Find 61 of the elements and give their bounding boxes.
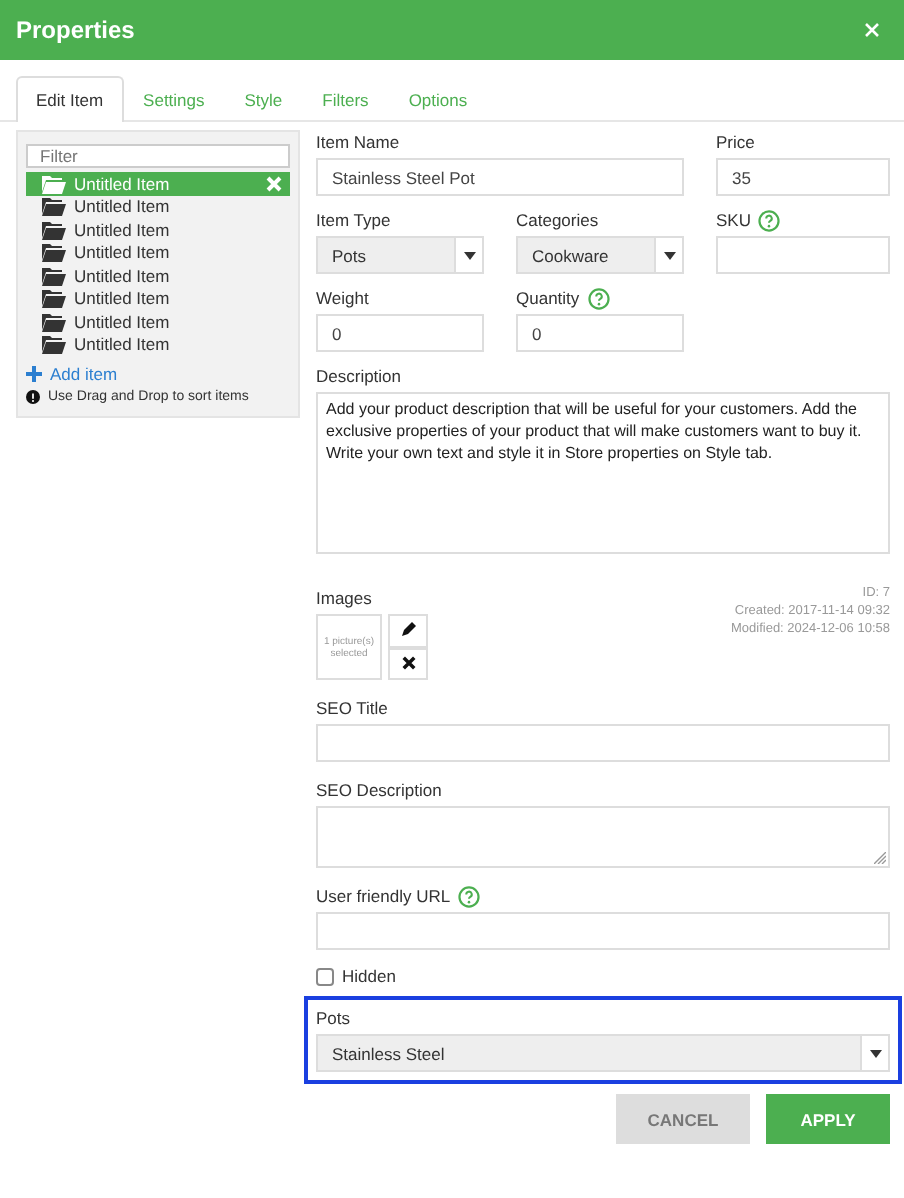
close-button[interactable]: [864, 22, 880, 38]
field-label: Weight: [316, 288, 369, 308]
textarea-field[interactable]: [316, 806, 890, 868]
field-label: Item Name: [316, 132, 400, 152]
field-label: Price: [716, 132, 755, 152]
folder-icon: [42, 219, 66, 240]
resize-grip-icon[interactable]: [874, 852, 886, 864]
hidden-checkbox[interactable]: [316, 967, 334, 985]
field-label: Pots: [316, 1008, 351, 1028]
help-icon[interactable]: [758, 209, 781, 231]
sidebar-item[interactable]: Untitled Item: [26, 218, 290, 242]
field-label: SEO Title: [316, 698, 388, 718]
input-field[interactable]: 0: [516, 314, 684, 352]
help-icon[interactable]: [587, 287, 610, 309]
field-label: Categories: [516, 210, 599, 230]
input-field[interactable]: Stainless Steel Pot: [316, 158, 684, 196]
caret-icon: [463, 251, 475, 259]
sidebar-item[interactable]: Untitled Item: [26, 287, 290, 311]
caret-icon: [663, 251, 675, 259]
help-icon[interactable]: [458, 885, 481, 907]
input-field[interactable]: [316, 724, 890, 762]
sidebar-item[interactable]: Untitled Item: [26, 195, 290, 219]
sidebar-item[interactable]: Untitled Item: [26, 264, 290, 288]
folder-icon: [42, 334, 66, 355]
pencil-icon: [400, 622, 416, 639]
field-label: Images: [316, 588, 372, 608]
field-label: SKU: [716, 210, 751, 230]
delete-icon[interactable]: [266, 175, 282, 192]
input-field[interactable]: [716, 236, 890, 274]
filter-field[interactable]: Filter: [26, 144, 290, 169]
sidebar-item[interactable]: Untitled Item: [26, 333, 290, 356]
checkbox-label: Hidden: [342, 966, 396, 986]
folder-icon: [42, 196, 66, 217]
sidebar-item[interactable]: Untitled Item: [26, 310, 290, 333]
select-field[interactable]: Pots: [316, 236, 484, 274]
caret-icon: [869, 1049, 881, 1057]
input-field[interactable]: 0: [316, 314, 484, 352]
folder-icon: [42, 311, 66, 332]
tab[interactable]: Edit Item: [16, 76, 124, 122]
field-label: Quantity: [516, 288, 580, 308]
select-field[interactable]: Stainless Steel: [316, 1034, 890, 1072]
folder-icon: [42, 288, 66, 309]
window-title: Properties: [16, 16, 135, 44]
input-field[interactable]: 35: [716, 158, 890, 196]
add-item-link[interactable]: Add item: [26, 363, 290, 384]
field-label: SEO Description: [316, 780, 442, 800]
description-field[interactable]: Add your product description that will be useful for your customers. Add the exclusive properties of your product that will make customers want to buy it. Write your own text and style it in Store properties on Style tab.: [316, 392, 890, 554]
select-field[interactable]: Cookware: [516, 236, 684, 274]
field-label: Description: [316, 366, 402, 386]
edit-button[interactable]: [388, 614, 428, 647]
plus-icon: [26, 365, 42, 382]
folder-icon: [42, 173, 66, 194]
info-icon: [26, 389, 40, 404]
field-label: User friendly URL: [316, 886, 451, 906]
close-icon: [401, 656, 415, 671]
folder-icon: [42, 242, 66, 263]
remove-button[interactable]: [388, 647, 428, 680]
field-label: Item Type: [316, 210, 391, 230]
folder-icon: [42, 265, 66, 286]
input-field[interactable]: [316, 912, 890, 950]
sidebar-item[interactable]: Untitled Item: [26, 241, 290, 265]
